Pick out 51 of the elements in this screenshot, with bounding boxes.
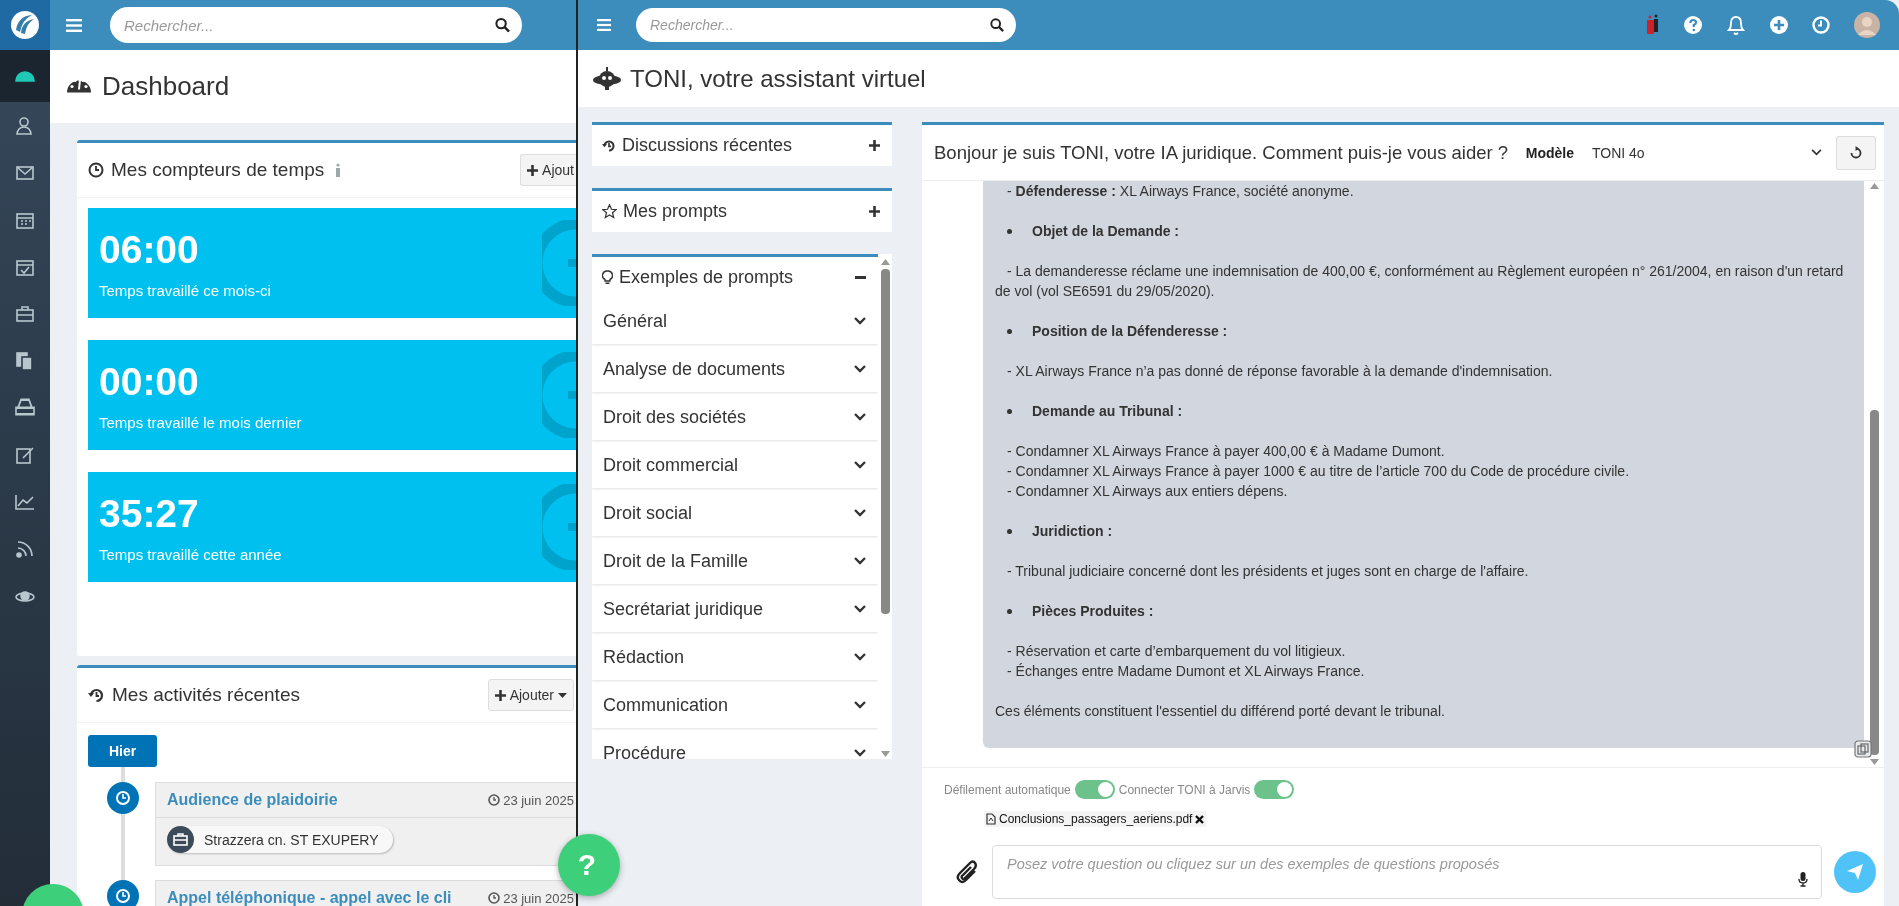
message-heading: Pièces Produites : bbox=[1032, 602, 1154, 621]
prompt-category[interactable]: Général bbox=[592, 298, 878, 344]
date-label: Hier bbox=[88, 735, 158, 767]
prompt-category[interactable]: Droit commercial bbox=[592, 442, 878, 488]
add-button[interactable]: Ajout bbox=[520, 154, 576, 186]
counter-value: 06:00 bbox=[99, 227, 200, 272]
card-title: Mes compteurs de temps bbox=[111, 159, 325, 181]
add-button[interactable]: Ajouter bbox=[487, 679, 574, 711]
toggle-label: Connecter TONI à Jarvis bbox=[1118, 782, 1251, 797]
prompt-category[interactable]: Secrétariat juridique bbox=[592, 586, 878, 632]
prompt-category[interactable]: Droit de la Famille bbox=[592, 538, 878, 584]
message-heading: Demande au Tribunal : bbox=[1032, 402, 1183, 421]
attachment-chip[interactable]: Conclusions_passagers_aeriens.pdf bbox=[984, 811, 1207, 827]
prompt-category[interactable]: Droit des sociétés bbox=[592, 394, 878, 440]
message-heading: Juridiction : bbox=[1032, 522, 1113, 541]
section-header[interactable]: Mes prompts bbox=[592, 191, 892, 232]
message-text: - Défenderesse : XL Airways France, société anonyme. bbox=[1006, 182, 1355, 201]
message-text: - Condamner XL Airways France à payer 1000 € au titre de l’article 700 du Code de procédure civile. bbox=[1006, 462, 1631, 481]
activity-date: 23 juin 2025 bbox=[488, 792, 574, 808]
counter-label: Temps travaillé ce mois-ci bbox=[99, 281, 271, 299]
toggle-label: Défilement automatique bbox=[944, 782, 1071, 797]
message-text: - Échanges entre Madame Dumont et XL Airways France. bbox=[1006, 662, 1366, 681]
page-title: TONI, votre assistant virtuel bbox=[630, 64, 926, 93]
message-text: - Condamner XL Airways aux entiers dépens. bbox=[1006, 482, 1289, 501]
prompt-category[interactable]: Rédaction bbox=[592, 634, 878, 680]
prompt-category[interactable]: Analyse de documents bbox=[592, 346, 878, 392]
card-title: Mes activités récentes bbox=[112, 684, 300, 706]
message-heading: Objet de la Demande : bbox=[1032, 222, 1180, 241]
prompt-category[interactable]: Communication bbox=[592, 682, 878, 728]
message-text: - Tribunal judiciaire concerné dont les présidents et juges sont en charge de l'affaire. bbox=[1006, 562, 1530, 581]
message-text: Ces éléments constituent l'essentiel du différend porté devant le tribunal. bbox=[995, 702, 1446, 721]
message-text: - La demanderesse réclame une indemnisation de 400,00 €, conformément au Règlement européen n° 261/2004, en raison d'un retard de vol (vol SE6591 du 29/05/2020). bbox=[995, 262, 1845, 301]
counter-label: Temps travaillé cette année bbox=[99, 545, 282, 563]
prompt-category[interactable]: Procédure bbox=[592, 730, 878, 759]
counter-label: Temps travaillé le mois dernier bbox=[99, 413, 302, 431]
message-text: - Condamner XL Airways France à payer 400,00 € à Madame Dumont. bbox=[1006, 442, 1446, 461]
message-text: - Réservation et carte d’embarquement du vol litigieux. bbox=[1006, 642, 1347, 661]
greeting-text: Bonjour je suis TONI, votre IA juridique. Comment puis-je vous aider ? bbox=[934, 141, 1510, 164]
case-tag[interactable]: Strazzera cn. ST EXUPERY bbox=[167, 826, 393, 853]
counter-value: 00:00 bbox=[99, 359, 200, 404]
page-title: Dashboard bbox=[102, 71, 230, 102]
message-heading: Position de la Défenderesse : bbox=[1032, 322, 1228, 341]
model-select[interactable]: TONI 4o bbox=[1592, 144, 1836, 161]
question-field[interactable]: Posez votre question ou cliquez sur un des exemples de questions proposés bbox=[992, 845, 1822, 899]
search-field[interactable]: Rechercher... bbox=[636, 8, 1016, 42]
counter-value: 35:27 bbox=[99, 491, 200, 536]
message-text: - XL Airways France n’a pas donné de réponse favorable à la demande d'indemnisation. bbox=[1006, 362, 1554, 381]
section-header[interactable]: Discussions récentes bbox=[592, 125, 892, 166]
model-label: Modèle bbox=[1525, 144, 1574, 161]
search-field[interactable]: Rechercher... bbox=[110, 7, 522, 43]
prompt-category[interactable]: Droit social bbox=[592, 490, 878, 536]
